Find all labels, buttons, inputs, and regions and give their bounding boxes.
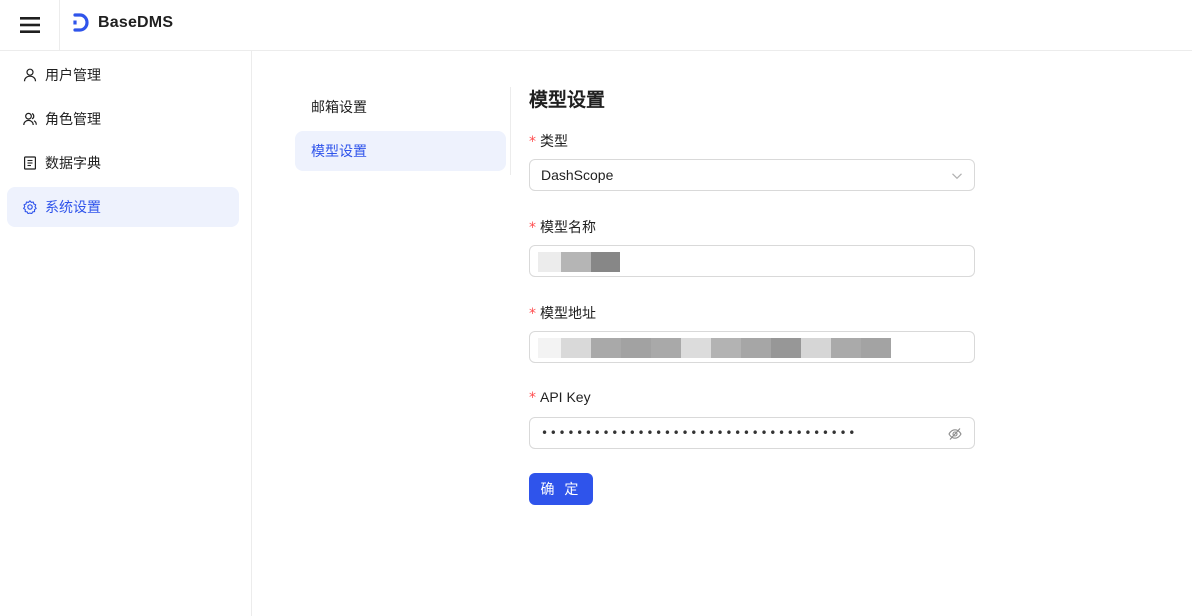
sidebar: 用户管理 角色管理 数据字典 系统设置 xyxy=(0,51,252,616)
book-icon xyxy=(23,156,37,170)
brand[interactable]: BaseDMS xyxy=(72,13,173,32)
menu-button[interactable] xyxy=(0,0,60,50)
page-title: 模型设置 xyxy=(529,90,606,111)
chevron-down-icon xyxy=(952,173,962,180)
submit-button[interactable]: 确 定 xyxy=(529,473,593,505)
model-name-input[interactable] xyxy=(529,245,975,277)
app-name: BaseDMS xyxy=(98,13,174,31)
type-label: * 类型 xyxy=(529,133,568,150)
settings-nav-item-model[interactable]: 模型设置 xyxy=(295,131,506,171)
model-name-label: * 模型名称 xyxy=(529,219,596,236)
top-bar: BaseDMS xyxy=(0,0,1192,51)
sidebar-item-role-management[interactable]: 角色管理 xyxy=(7,99,239,139)
settings-nav: 邮箱设置 模型设置 xyxy=(295,87,511,175)
sidebar-item-label: 用户管理 xyxy=(45,67,101,83)
sidebar-item-user-management[interactable]: 用户管理 xyxy=(7,55,239,95)
type-select[interactable]: DashScope xyxy=(529,159,975,191)
user-icon xyxy=(23,68,37,82)
required-mark: * xyxy=(529,390,536,406)
api-key-label: * API Key xyxy=(529,389,591,406)
model-url-label: * 模型地址 xyxy=(529,305,596,322)
eye-invisible-icon[interactable] xyxy=(948,427,962,441)
model-url-input[interactable] xyxy=(529,331,975,363)
api-key-value: •••••••••••••••••••••••••••••••••••• xyxy=(541,426,858,440)
settings-nav-item-email[interactable]: 邮箱设置 xyxy=(295,87,506,127)
type-select-value: DashScope xyxy=(541,167,614,183)
basedms-logo-icon xyxy=(73,13,89,32)
redacted-value xyxy=(538,252,620,272)
users-icon xyxy=(23,112,37,126)
redacted-value xyxy=(538,338,891,358)
required-mark: * xyxy=(529,220,536,236)
sidebar-item-label: 角色管理 xyxy=(45,111,101,127)
settings-nav-label: 邮箱设置 xyxy=(311,99,367,115)
required-mark: * xyxy=(529,306,536,322)
api-key-input[interactable]: •••••••••••••••••••••••••••••••••••• xyxy=(529,417,975,449)
sidebar-item-label: 系统设置 xyxy=(45,199,101,215)
sidebar-item-label: 数据字典 xyxy=(45,155,101,171)
sidebar-item-data-dictionary[interactable]: 数据字典 xyxy=(7,143,239,183)
gear-icon xyxy=(23,200,37,214)
sidebar-item-system-settings[interactable]: 系统设置 xyxy=(7,187,239,227)
hamburger-menu-icon xyxy=(19,17,40,33)
required-mark: * xyxy=(529,134,536,150)
settings-nav-label: 模型设置 xyxy=(311,143,367,159)
